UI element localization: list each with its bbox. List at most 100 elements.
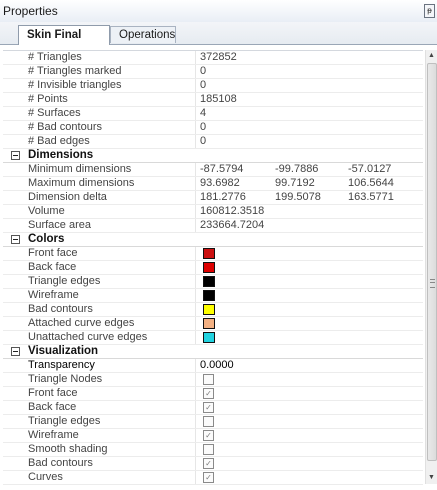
checkbox[interactable] xyxy=(203,374,214,385)
property-row-unattached-curve-edges-color[interactable]: Unattached curve edges xyxy=(3,331,423,345)
property-label: # Bad edges xyxy=(28,135,90,147)
value-y: -99.7886 xyxy=(275,163,319,175)
property-row-curves[interactable]: Curves ✓ xyxy=(3,471,423,485)
collapse-toggle-icon[interactable] xyxy=(11,151,20,160)
property-row-dimension-delta[interactable]: Dimension delta 181.2776 199.5078 163.57… xyxy=(3,191,423,205)
category-label: Visualization xyxy=(28,345,99,357)
property-row-back-face-visible[interactable]: Back face ✓ xyxy=(3,401,423,415)
property-row-front-face-color[interactable]: Front face xyxy=(3,247,423,261)
property-label: # Triangles marked xyxy=(28,65,122,77)
property-value: 0 xyxy=(200,79,207,91)
property-grid: # Triangles 372852 # Triangles marked 0 … xyxy=(3,50,423,485)
property-label: Bad contours xyxy=(28,303,93,315)
value-y: 199.5078 xyxy=(275,191,321,203)
property-value: 233664.7204 xyxy=(200,219,265,231)
property-row-bad-contours[interactable]: # Bad contours 0 xyxy=(3,121,423,135)
property-label: # Triangles xyxy=(28,51,82,63)
color-swatch[interactable] xyxy=(203,290,215,301)
transparency-value[interactable]: 0.0000 xyxy=(200,359,234,372)
value-x: 181.2776 xyxy=(200,191,246,203)
property-label: Triangle edges xyxy=(28,415,101,427)
property-row-wireframe-visible[interactable]: Wireframe ✓ xyxy=(3,429,423,443)
property-label: Transparency xyxy=(28,359,95,371)
checkbox[interactable] xyxy=(203,416,214,427)
checkbox[interactable]: ✓ xyxy=(203,472,214,483)
property-label: Front face xyxy=(28,247,78,259)
property-row-smooth-shading[interactable]: Smooth shading xyxy=(3,443,423,457)
property-label: Back face xyxy=(28,401,77,413)
panel-title: Properties xyxy=(3,4,58,18)
color-swatch[interactable] xyxy=(203,332,215,343)
checkbox[interactable]: ✓ xyxy=(203,458,214,469)
category-colors[interactable]: Colors xyxy=(3,233,423,247)
property-value: 0 xyxy=(200,121,207,133)
property-row-wireframe-color[interactable]: Wireframe xyxy=(3,289,423,303)
property-row-triangles[interactable]: # Triangles 372852 xyxy=(3,51,423,65)
tab-skin-final[interactable]: Skin Final xyxy=(18,25,110,45)
vertical-scrollbar[interactable]: ▲ ▼ xyxy=(425,50,437,484)
property-label: Front face xyxy=(28,387,78,399)
value-x: 93.6982 xyxy=(200,177,240,189)
property-row-bad-contours-visible[interactable]: Bad contours ✓ xyxy=(3,457,423,471)
property-value: 160812.3518 xyxy=(200,205,265,217)
property-row-triangle-edges-visible[interactable]: Triangle edges xyxy=(3,415,423,429)
color-swatch[interactable] xyxy=(203,304,215,315)
property-label: Unattached curve edges xyxy=(28,331,148,343)
value-y: 99.7192 xyxy=(275,177,315,189)
property-label: Attached curve edges xyxy=(28,317,135,329)
property-label: # Invisible triangles xyxy=(28,79,122,91)
category-visualization[interactable]: Visualization xyxy=(3,345,423,359)
color-swatch[interactable] xyxy=(203,262,215,273)
property-label: Minimum dimensions xyxy=(28,163,132,175)
property-row-back-face-color[interactable]: Back face xyxy=(3,261,423,275)
property-label: Back face xyxy=(28,261,77,273)
category-label: Colors xyxy=(28,233,65,245)
collapse-toggle-icon[interactable] xyxy=(11,235,20,244)
property-label: Triangle edges xyxy=(28,275,101,287)
property-row-triangle-edges-color[interactable]: Triangle edges xyxy=(3,275,423,289)
property-value: 0 xyxy=(200,65,207,77)
color-swatch[interactable] xyxy=(203,248,215,259)
property-value: 185108 xyxy=(200,93,237,105)
checkbox[interactable]: ✓ xyxy=(203,388,214,399)
color-swatch[interactable] xyxy=(203,318,215,329)
category-label: Dimensions xyxy=(28,149,94,161)
property-row-invisible-triangles[interactable]: # Invisible triangles 0 xyxy=(3,79,423,93)
color-swatch[interactable] xyxy=(203,276,215,287)
property-label: Dimension delta xyxy=(28,191,107,203)
property-row-front-face-visible[interactable]: Front face ✓ xyxy=(3,387,423,401)
property-label: Surface area xyxy=(28,219,91,231)
property-row-triangle-nodes[interactable]: Triangle Nodes xyxy=(3,373,423,387)
property-row-maximum-dimensions[interactable]: Maximum dimensions 93.6982 99.7192 106.5… xyxy=(3,177,423,191)
tab-operations[interactable]: Operations xyxy=(110,26,176,43)
property-row-volume[interactable]: Volume 160812.3518 xyxy=(3,205,423,219)
category-dimensions[interactable]: Dimensions xyxy=(3,149,423,163)
property-row-triangles-marked[interactable]: # Triangles marked 0 xyxy=(3,65,423,79)
checkbox[interactable] xyxy=(203,444,214,455)
property-label: Volume xyxy=(28,205,65,217)
property-value: 372852 xyxy=(200,51,237,63)
scroll-down-arrow-icon[interactable]: ▼ xyxy=(426,472,437,484)
property-label: Triangle Nodes xyxy=(28,373,103,385)
scrollbar-thumb[interactable] xyxy=(427,63,437,461)
property-label: Wireframe xyxy=(28,289,79,301)
property-value: 0 xyxy=(200,135,207,147)
property-row-bad-edges[interactable]: # Bad edges 0 xyxy=(3,135,423,149)
property-row-surface-area[interactable]: Surface area 233664.7204 xyxy=(3,219,423,233)
property-row-attached-curve-edges-color[interactable]: Attached curve edges xyxy=(3,317,423,331)
checkbox[interactable]: ✓ xyxy=(203,430,214,441)
property-label: Maximum dimensions xyxy=(28,177,135,189)
scroll-up-arrow-icon[interactable]: ▲ xyxy=(426,50,437,62)
property-label: Curves xyxy=(28,471,63,483)
property-row-minimum-dimensions[interactable]: Minimum dimensions -87.5794 -99.7886 -57… xyxy=(3,163,423,177)
pin-icon[interactable]: ᵽ xyxy=(424,4,435,18)
collapse-toggle-icon[interactable] xyxy=(11,347,20,356)
property-value: 4 xyxy=(200,107,207,119)
checkbox[interactable]: ✓ xyxy=(203,402,214,413)
property-row-points[interactable]: # Points 185108 xyxy=(3,93,423,107)
property-label: # Points xyxy=(28,93,68,105)
property-row-surfaces[interactable]: # Surfaces 4 xyxy=(3,107,423,121)
property-row-transparency[interactable]: Transparency 0.0000 xyxy=(3,359,423,373)
tab-strip: Skin Final Operations xyxy=(0,22,437,45)
property-row-bad-contours-color[interactable]: Bad contours xyxy=(3,303,423,317)
